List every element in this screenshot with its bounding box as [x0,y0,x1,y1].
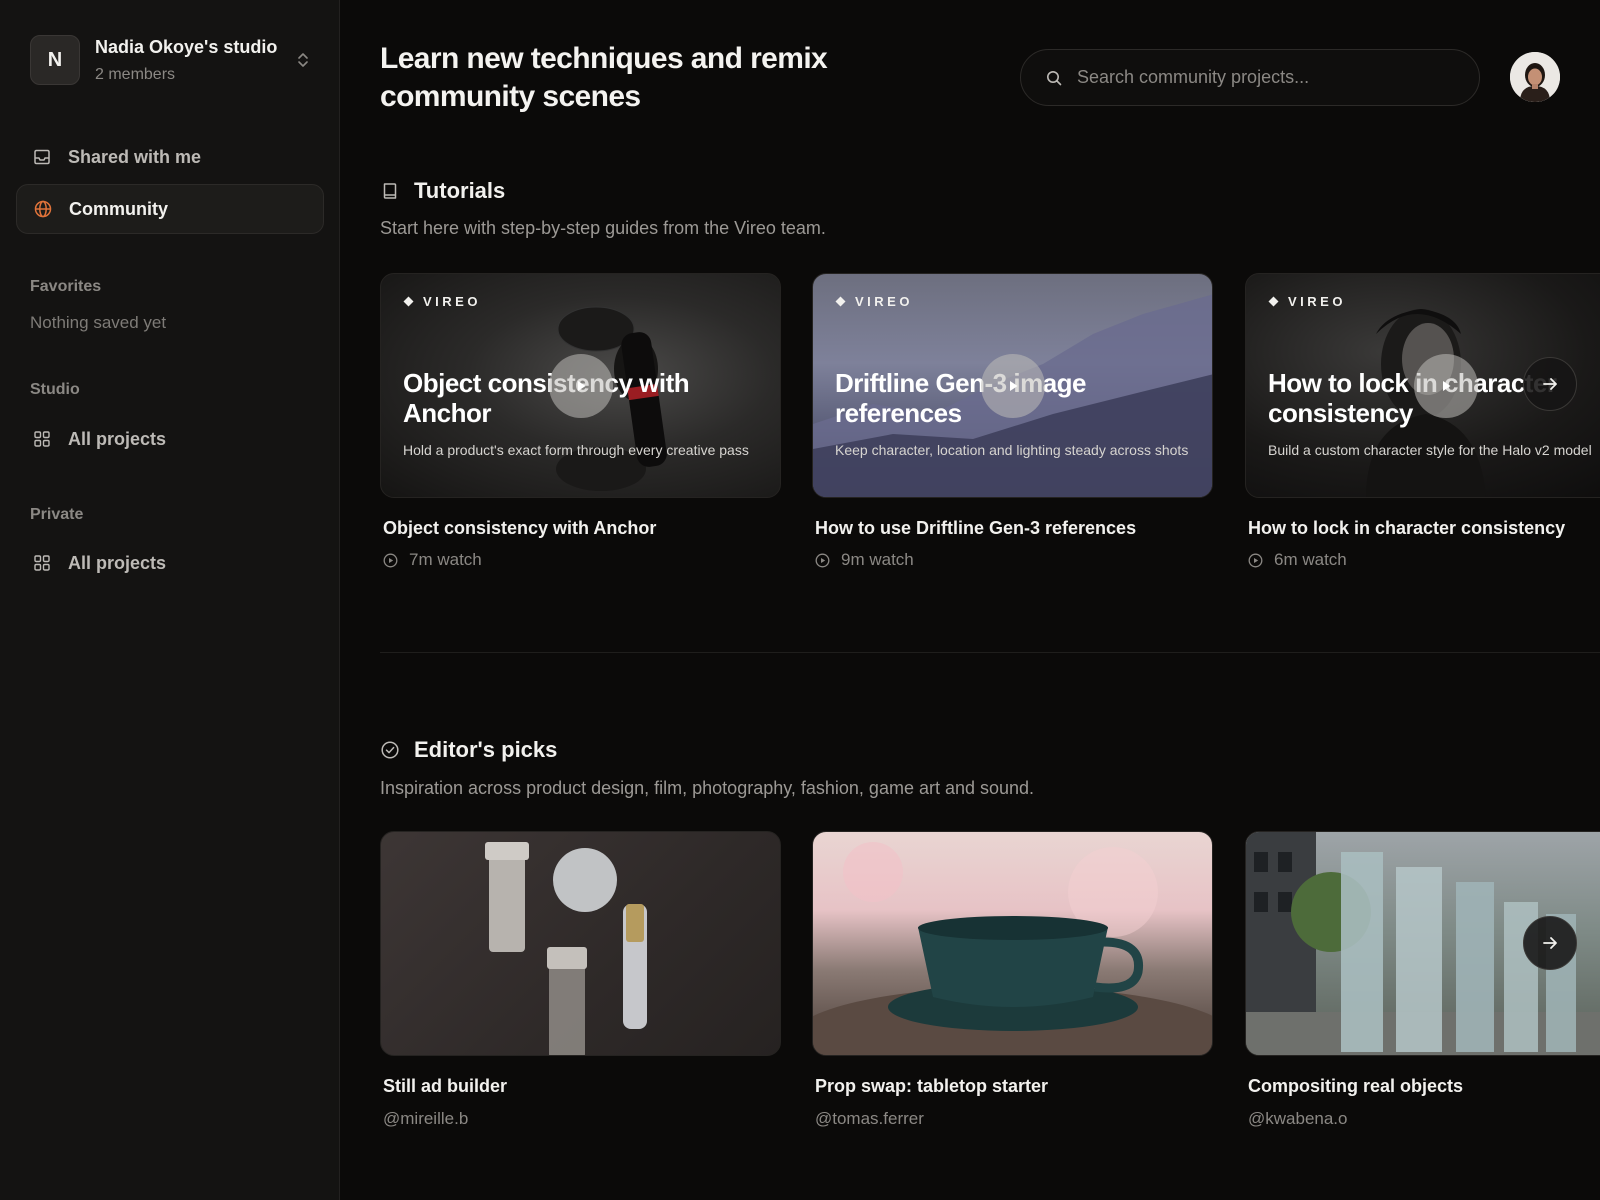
pick-title[interactable]: Still ad builder [383,1076,507,1097]
pick-thumbnail [813,842,1212,1055]
picks-subtitle: Inspiration across product design, film,… [380,778,1035,798]
tutorial-card[interactable]: VIREO Object consistency with Anchor Hol… [380,273,781,498]
tutorial-title[interactable]: How to lock in character consistency [1248,518,1565,539]
tutorial-duration: 6m watch [1248,550,1347,570]
favorites-empty: Nothing saved yet [30,313,167,332]
card-brand: VIREO [403,294,481,309]
page-title: Learn new techniques and remix community… [380,42,828,113]
picks-heading: Editor's picks [380,737,557,763]
tutorial-title[interactable]: Object consistency with Anchor [383,518,656,539]
play-circle-icon [815,553,830,567]
globe-icon [34,200,52,218]
sidebar-item-studio-projects[interactable]: All projects [16,414,324,464]
tutorials-heading: Tutorials [380,178,505,204]
pick-author[interactable]: @tomas.ferrer [815,1109,924,1129]
arrow-right-icon [1543,378,1557,390]
tutorial-duration: 9m watch [815,550,914,570]
play-button[interactable] [981,354,1045,418]
inbox-icon [34,149,50,165]
pick-author[interactable]: @mireille.b [383,1109,468,1129]
card-overlay-description: Keep character, location and lighting st… [835,442,1189,458]
pick-thumbnail [485,842,647,1055]
private-heading: Private [30,506,84,523]
play-icon [578,381,586,391]
workspace-name: Nadia Okoye's studio [95,36,278,57]
chevron-updown-icon [298,53,308,67]
grid-icon [34,555,50,571]
arrow-right-icon [1543,937,1557,949]
pick-card[interactable] [812,831,1213,1056]
tutorial-duration: 7m watch [383,550,482,570]
search-input[interactable] [1077,67,1457,88]
avatar[interactable] [1510,52,1560,102]
picks-title: Editor's picks [414,737,558,762]
grid-icon [34,431,50,447]
tutorials-title: Tutorials [414,178,506,203]
diamond-icon [403,296,414,307]
play-icon [1443,381,1451,391]
check-circle-icon [381,741,399,759]
tutorials-next-button[interactable] [1523,357,1577,411]
pick-author[interactable]: @kwabena.o [1248,1109,1348,1129]
picks-next-button[interactable] [1523,916,1577,970]
sidebar-item-community[interactable]: Community [16,184,324,234]
play-circle-icon [383,553,398,567]
play-button[interactable] [1414,354,1478,418]
sidebar-item-label: All projects [68,428,167,449]
diamond-icon [835,296,846,307]
section-divider [380,652,1600,653]
sidebar-item-label: Shared with me [68,146,202,167]
workspace-avatar: N [30,35,80,85]
studio-heading: Studio [30,381,80,398]
favorites-heading: Favorites [30,278,102,295]
play-icon [1010,381,1018,391]
sidebar-item-label: All projects [68,552,167,573]
user-portrait-icon [1510,52,1560,102]
tutorial-title[interactable]: How to use Driftline Gen-3 references [815,518,1136,539]
pick-card[interactable] [380,831,781,1056]
tutorial-card[interactable]: VIREO Driftline Gen-3 image references K… [812,273,1213,498]
sidebar-item-label: Community [69,198,168,219]
sidebar-item-private-projects[interactable]: All projects [16,538,324,588]
search-icon [1047,70,1062,85]
workspace-switcher[interactable]: N Nadia Okoye's studio 2 members [30,34,310,86]
sidebar-item-shared[interactable]: Shared with me [16,132,324,182]
card-overlay-description: Hold a product's exact form through ever… [403,442,749,458]
tutorials-subtitle: Start here with step-by-step guides from… [380,218,826,238]
workspace-members: 2 members [95,65,176,83]
book-icon [383,183,397,199]
diamond-icon [1268,296,1279,307]
pick-title[interactable]: Compositing real objects [1248,1076,1463,1097]
search-box[interactable] [1020,49,1480,106]
sidebar: N Nadia Okoye's studio 2 members Shared … [0,0,340,1200]
card-overlay-description: Build a custom character style for the H… [1268,442,1592,458]
play-button[interactable] [549,354,613,418]
play-circle-icon [1248,553,1263,567]
card-brand: VIREO [1268,294,1346,309]
pick-title[interactable]: Prop swap: tabletop starter [815,1076,1048,1097]
card-brand: VIREO [835,294,913,309]
